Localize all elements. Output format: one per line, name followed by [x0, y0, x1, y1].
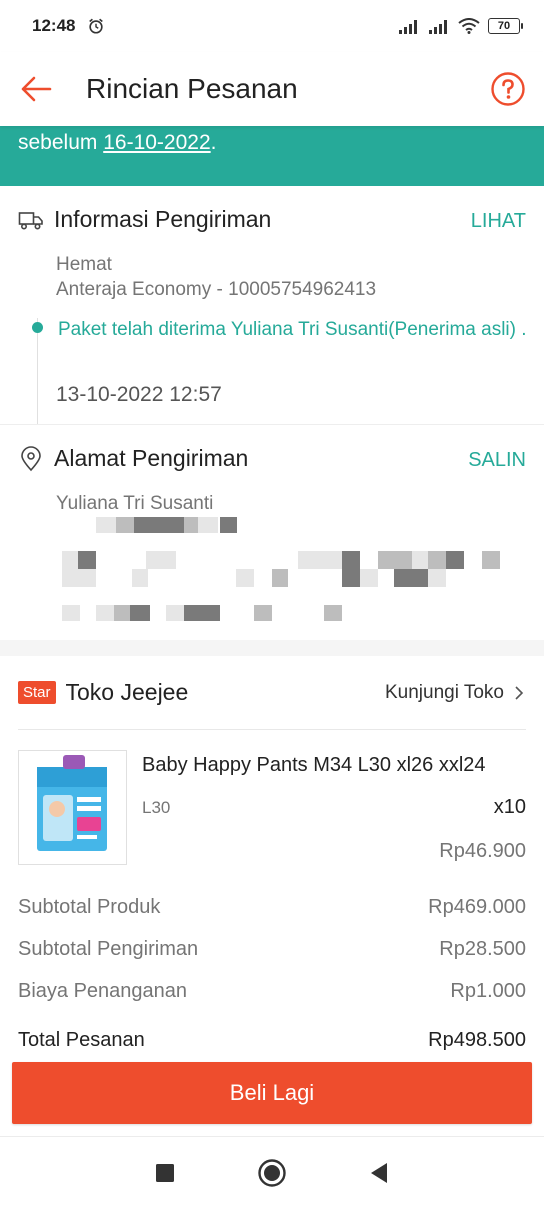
redacted-block	[360, 569, 378, 587]
back-arrow-icon[interactable]	[18, 71, 54, 107]
handling-fee-value: Rp1.000	[450, 980, 526, 1002]
product-quantity: x10	[493, 796, 526, 818]
redacted-block	[394, 569, 428, 587]
store-header: Star Toko Jeejee Kunjungi Toko	[18, 656, 526, 730]
shipping-address-section: Alamat Pengiriman SALIN Yuliana Tri Susa…	[0, 424, 544, 640]
redacted-block	[146, 551, 176, 569]
product-price: Rp46.900	[439, 840, 526, 862]
copy-address-link[interactable]: SALIN	[468, 449, 526, 472]
subtotal-shipping-value: Rp28.500	[439, 938, 526, 960]
truck-icon	[18, 211, 43, 229]
location-pin-icon	[21, 445, 41, 471]
timeline-line	[37, 318, 38, 424]
recent-apps-icon[interactable]	[155, 1163, 175, 1183]
page-title: Rincian Pesanan	[86, 73, 298, 104]
redacted-block	[202, 605, 220, 621]
status-icons: 70	[398, 18, 523, 34]
redacted-block	[236, 569, 254, 587]
redacted-block	[446, 551, 464, 569]
redacted-block	[220, 517, 237, 533]
redacted-block	[342, 569, 360, 587]
redacted-block	[428, 569, 446, 587]
battery-icon: 70	[488, 18, 523, 34]
redacted-block	[412, 551, 428, 569]
order-total-label: Total Pesanan	[18, 1029, 145, 1051]
store-name: Toko Jeejee	[65, 679, 189, 705]
visit-store-link[interactable]: Kunjungi Toko	[385, 682, 526, 704]
shipping-info-section: Informasi Pengiriman LIHAT Hemat Anteraj…	[0, 186, 544, 424]
redacted-block	[166, 605, 184, 621]
wifi-icon	[458, 18, 480, 34]
order-total-row: Total Pesanan Rp498.500	[18, 1029, 526, 1052]
back-triangle-icon[interactable]	[369, 1162, 389, 1184]
system-nav-bar	[0, 1136, 544, 1208]
subtotal-shipping-row: Subtotal Pengiriman Rp28.500	[18, 938, 526, 961]
address-title: Alamat Pengiriman	[54, 445, 249, 471]
redacted-block	[62, 605, 80, 621]
app-bar: Rincian Pesanan	[0, 52, 544, 126]
shipping-info-header: Informasi Pengiriman	[18, 206, 271, 233]
status-bar: 12:48 70	[0, 0, 544, 52]
subtotal-shipping-label: Subtotal Pengiriman	[18, 938, 199, 960]
redacted-block	[428, 551, 446, 569]
redacted-block	[184, 517, 198, 533]
banner-text: sebelum 16-10-2022.	[18, 131, 216, 155]
signal-icon	[429, 20, 447, 34]
address-header: Alamat Pengiriman	[18, 445, 248, 472]
buy-again-bar: Beli Lagi	[0, 1062, 544, 1136]
redacted-block	[132, 569, 148, 587]
delivery-status: Paket telah diterima Yuliana Tri Susanti…	[58, 319, 527, 340]
redacted-block	[134, 517, 166, 533]
redacted-block	[254, 605, 272, 621]
redacted-block	[184, 605, 202, 621]
redacted-block	[116, 517, 134, 533]
visit-store-label: Kunjungi Toko	[384, 681, 504, 703]
subtotal-product-value: Rp469.000	[428, 896, 526, 918]
redacted-block	[78, 551, 96, 569]
buy-again-button[interactable]: Beli Lagi	[12, 1062, 532, 1124]
banner-suffix: .	[210, 131, 217, 154]
redacted-block	[62, 551, 78, 569]
order-status-banner: sebelum 16-10-2022.	[0, 126, 544, 186]
signal-icon	[399, 20, 417, 34]
shipping-service: Hemat	[56, 254, 112, 275]
subtotal-product-label: Subtotal Produk	[18, 896, 161, 918]
shipping-info-title: Informasi Pengiriman	[54, 206, 272, 232]
redacted-block	[324, 605, 342, 621]
diaper-pack-image	[37, 755, 107, 851]
order-total-value: Rp498.500	[428, 1029, 526, 1051]
redacted-block	[130, 605, 150, 621]
redacted-block	[114, 605, 130, 621]
alarm-icon	[89, 18, 104, 34]
status-time: 12:48	[32, 16, 76, 35]
banner-prefix: sebelum	[18, 131, 104, 154]
redacted-block	[378, 551, 412, 569]
redacted-block	[342, 551, 360, 569]
view-tracking-link[interactable]: LIHAT	[471, 210, 526, 233]
product-variant: L30	[142, 798, 171, 817]
help-icon[interactable]	[490, 71, 526, 107]
redacted-block	[482, 551, 500, 569]
handling-fee-row: Biaya Penanganan Rp1.000	[18, 980, 526, 1003]
battery-level: 70	[497, 20, 511, 32]
redacted-block	[166, 517, 184, 533]
redacted-block	[198, 517, 218, 533]
redacted-block	[298, 551, 342, 569]
handling-fee-label: Biaya Penanganan	[18, 980, 188, 1002]
redacted-block	[272, 569, 288, 587]
redacted-block	[96, 517, 116, 533]
chevron-right-icon	[515, 685, 524, 700]
banner-date[interactable]: 16-10-2022	[103, 131, 210, 154]
timeline-dot	[32, 322, 43, 333]
courier-tracking-number: Anteraja Economy - 10005754962413	[56, 279, 377, 300]
star-seller-badge: Star	[18, 681, 56, 704]
delivery-timestamp: 13-10-2022 12:57	[56, 383, 222, 406]
redacted-block	[96, 605, 114, 621]
home-icon[interactable]	[257, 1158, 287, 1188]
recipient-name: Yuliana Tri Susanti	[56, 493, 214, 514]
product-image[interactable]	[18, 750, 127, 865]
product-name[interactable]: Baby Happy Pants M34 L30 xl26 xxl24	[142, 754, 486, 777]
redacted-block	[62, 569, 96, 587]
subtotal-product-row: Subtotal Produk Rp469.000	[18, 896, 526, 919]
